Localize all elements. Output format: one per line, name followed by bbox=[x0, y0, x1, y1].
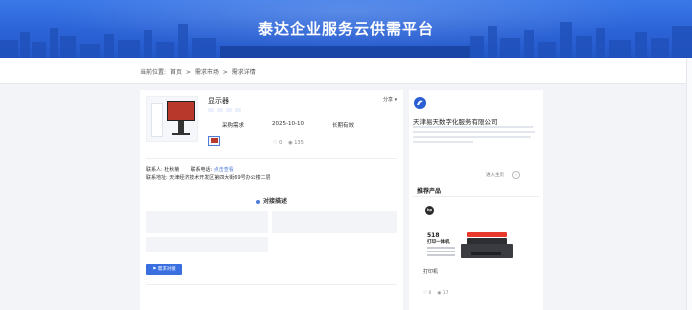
breadcrumb-home[interactable]: 首页 bbox=[170, 69, 182, 76]
divider bbox=[146, 284, 397, 285]
tag-electronics bbox=[226, 108, 232, 112]
arrow-right-icon[interactable]: › bbox=[512, 171, 520, 179]
demand-contact-button[interactable]: ⚑ 需求对接 bbox=[146, 264, 182, 275]
product-title: 显示器 bbox=[208, 97, 229, 105]
meta-publish-date: 2025-10-10 bbox=[263, 120, 313, 129]
address-label: 联系地址: bbox=[146, 175, 168, 181]
section-title: 对接描述 bbox=[140, 196, 403, 205]
breadcrumb-separator: > bbox=[185, 69, 191, 76]
demand-contact-label: 需求对接 bbox=[157, 267, 176, 272]
company-logo-icon bbox=[414, 97, 426, 109]
product-stats: ♡ 0 ◉ 135 bbox=[273, 140, 304, 146]
meta-value: 长期有效 bbox=[331, 123, 354, 129]
like-count[interactable]: ♡ 0 bbox=[423, 291, 431, 296]
tag-list bbox=[208, 108, 241, 112]
tag-components bbox=[235, 108, 241, 112]
contact-row: 联系人: 杜秋菊 联系电话: 点击查看 bbox=[146, 166, 271, 174]
breadcrumb-prefix: 当前位置: bbox=[140, 69, 167, 76]
contact-info: 联系人: 杜秋菊 联系电话: 点击查看 联系地址: 天津经济技术开发区第四大街6… bbox=[146, 166, 271, 182]
feature-list bbox=[427, 247, 455, 258]
phone-label: 联系电话: bbox=[190, 167, 213, 173]
meta-value: 采购需求 bbox=[221, 123, 244, 129]
page-scrollbar[interactable] bbox=[686, 58, 692, 310]
recommended-product-title[interactable]: 打印机 bbox=[423, 268, 438, 275]
address-value: 天津经济技术开发区第四大街69号办公楼二层 bbox=[169, 175, 271, 181]
company-sidebar: 天津易天数字化服务有限公司 进入主页 › 推荐产品 hp 518 打印一体机 打… bbox=[409, 90, 543, 310]
view-count: ◉ 135 bbox=[288, 140, 304, 146]
divider bbox=[146, 158, 397, 159]
thumbnail-graphic bbox=[211, 138, 218, 143]
meta-deadline: 长期有效 bbox=[318, 120, 368, 129]
meta-demand-type: 采购需求 bbox=[208, 120, 258, 129]
top-banner: 泰达企业服务云供需平台 bbox=[0, 0, 692, 58]
recommended-product-image[interactable]: hp 518 打印一体机 bbox=[423, 204, 519, 264]
breadcrumb-bar: 当前位置: 首页 > 需求市场 > 需求详情 bbox=[0, 58, 692, 84]
product-box-graphic bbox=[151, 103, 163, 137]
share-button[interactable]: 分享 ▾ bbox=[383, 96, 397, 103]
budget-box bbox=[146, 237, 268, 252]
enter-homepage-link[interactable]: 进入主页 bbox=[486, 172, 504, 178]
section-dot-icon bbox=[255, 199, 260, 204]
company-description bbox=[413, 126, 538, 154]
monitor-screen-graphic bbox=[167, 101, 195, 121]
monitor-foot-graphic bbox=[172, 133, 190, 135]
handshake-icon: ⚑ bbox=[152, 267, 157, 272]
platform-title: 泰达企业服务云供需平台 bbox=[257, 20, 434, 38]
product-meta: 采购需求 2025-10-10 长期有效 bbox=[208, 120, 368, 129]
hp-logo-icon: hp bbox=[425, 206, 434, 215]
breadcrumb-market[interactable]: 需求市场 bbox=[195, 69, 219, 76]
like-count[interactable]: ♡ 0 bbox=[273, 140, 282, 146]
breadcrumb: 当前位置: 首页 > 需求市场 > 需求详情 bbox=[140, 67, 258, 76]
promo-banner bbox=[467, 232, 507, 237]
product-image[interactable] bbox=[146, 96, 198, 142]
contact-name: 杜秋菊 bbox=[164, 167, 180, 173]
show-phone-link[interactable]: 点击查看 bbox=[214, 167, 234, 173]
divider bbox=[413, 196, 539, 197]
quantity-box bbox=[272, 211, 397, 233]
view-count: ◉ 17 bbox=[437, 291, 449, 296]
product-number: 518 bbox=[427, 232, 440, 239]
printer-graphic bbox=[461, 238, 515, 260]
contact-label: 联系人: bbox=[146, 167, 163, 173]
meta-value: 2025-10-10 bbox=[272, 121, 304, 127]
address-row: 联系地址: 天津经济技术开发区第四大街69号办公楼二层 bbox=[146, 174, 271, 182]
recommend-title: 推荐产品 bbox=[417, 188, 442, 195]
product-thumbnail[interactable] bbox=[208, 136, 220, 146]
recommended-product-stats: ♡ 0 ◉ 17 bbox=[423, 291, 448, 296]
product-type-label: 打印一体机 bbox=[427, 240, 450, 245]
tag-category bbox=[208, 108, 214, 112]
breadcrumb-current: 需求详情 bbox=[231, 69, 256, 76]
company-name[interactable]: 天津易天数字化服务有限公司 bbox=[413, 116, 498, 126]
industry-box bbox=[146, 211, 268, 233]
monitor-stand-graphic bbox=[178, 121, 184, 133]
breadcrumb-separator: > bbox=[222, 69, 228, 76]
tag-computer bbox=[217, 108, 223, 112]
demand-detail-card: 显示器 分享 ▾ 采购需求 2025-10-10 长期有效 ♡ 0 ◉ 135 … bbox=[140, 90, 403, 310]
